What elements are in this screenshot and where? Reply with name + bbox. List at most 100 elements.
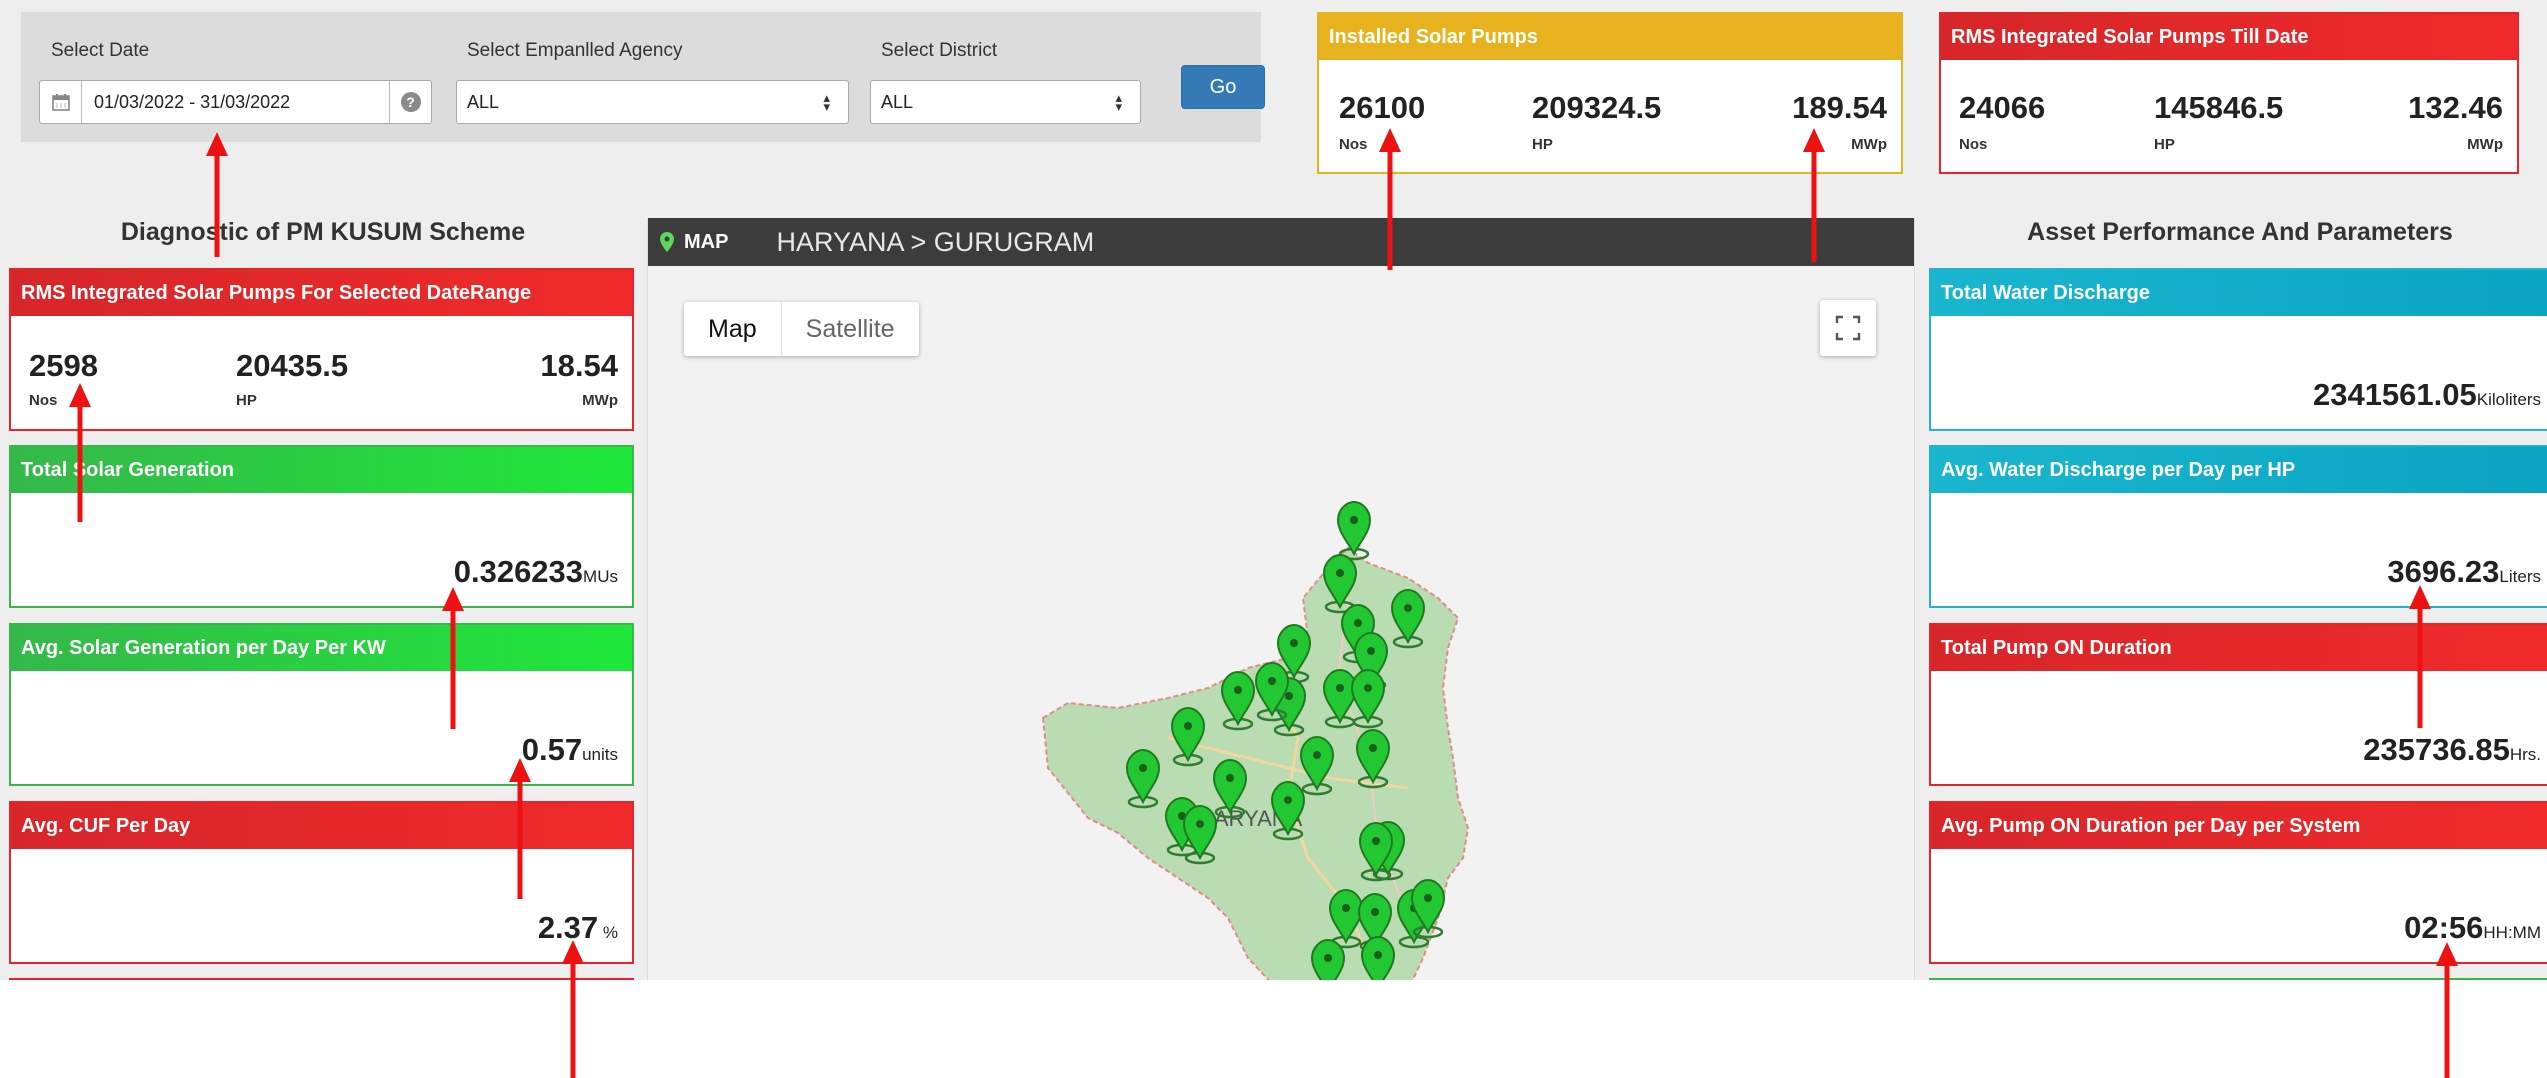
agency-select[interactable]: ALL ▴ ▾ — [456, 80, 849, 124]
map-type-toggle[interactable]: Map Satellite — [684, 302, 919, 356]
map-marker-icon[interactable] — [1270, 780, 1306, 841]
map-marker-icon[interactable] — [1322, 668, 1358, 729]
map-marker-icon[interactable] — [1310, 938, 1346, 980]
rms-range-nos-unit: Nos — [29, 392, 58, 409]
rms-selected-range-card: RMS Integrated Solar Pumps For Selected … — [9, 268, 634, 431]
map-marker-icon[interactable] — [1410, 878, 1446, 939]
installed-solar-pumps-card: Installed Solar Pumps 26100 Nos 209324.5… — [1317, 12, 1903, 174]
avg-solar-generation-value: 0.57units — [521, 732, 618, 767]
map-marker-icon[interactable] — [1370, 820, 1406, 881]
map-marker-icon[interactable] — [1355, 728, 1391, 789]
map-marker-icon[interactable] — [1299, 735, 1335, 796]
map-marker-icon[interactable] — [1357, 892, 1393, 953]
total-solar-generation-unit: MUs — [583, 567, 618, 586]
select-arrows-icon: ▴ ▾ — [1115, 90, 1122, 114]
date-range-field[interactable]: 01/03/2022 - 31/03/2022 ? — [39, 80, 432, 124]
avg-cuf-card: Avg. CUF Per Day 2.37 % — [9, 801, 634, 964]
avg-solar-generation-title: Avg. Solar Generation per Day Per KW — [11, 625, 632, 671]
rms-range-mwp-unit: MWp — [582, 392, 618, 409]
map-marker-icon[interactable] — [1254, 661, 1290, 722]
dashboard: Select Date 01/03/2022 - 31/03/2022 ? Se… — [0, 0, 2547, 980]
total-water-discharge-title: Total Water Discharge — [1931, 270, 2547, 316]
map-breadcrumb[interactable]: HARYANA > GURUGRAM — [776, 227, 1094, 258]
map-marker-icon[interactable] — [1396, 888, 1432, 949]
total-solar-generation-title: Total Solar Generation — [11, 447, 632, 493]
question-circle-icon: ? — [400, 92, 421, 112]
rms-selected-range-title: RMS Integrated Solar Pumps For Selected … — [11, 270, 632, 316]
total-pump-on-title: Total Pump ON Duration — [1931, 625, 2547, 671]
avg-pump-on-value: 02:56HH:MM — [2404, 910, 2541, 945]
rms-till-date-card: RMS Integrated Solar Pumps Till Date 240… — [1939, 12, 2519, 174]
avg-water-discharge-card: Avg. Water Discharge per Day per HP 3696… — [1929, 445, 2547, 608]
map-marker-icon[interactable] — [1276, 623, 1312, 684]
map-marker-icon[interactable] — [1358, 821, 1394, 882]
agency-label: Select Empanlled Agency — [467, 40, 683, 61]
map-marker-icon[interactable] — [1170, 706, 1206, 767]
map-header: MAP HARYANA > GURUGRAM — [648, 218, 1914, 266]
agency-select-value: ALL — [467, 91, 500, 112]
total-water-discharge-unit: Kiloliters — [2476, 390, 2541, 409]
installed-hp-value: 209324.5 — [1532, 90, 1662, 125]
rms-till-date-hp-value: 145846.5 — [2154, 90, 2284, 125]
map-markers[interactable] — [1125, 500, 1446, 980]
avg-pump-on-card: Avg. Pump ON Duration per Day per System… — [1929, 801, 2547, 964]
rms-range-mwp-value: 18.54 — [540, 348, 618, 383]
avg-cuf-unit: % — [598, 923, 618, 942]
map-marker-icon[interactable] — [1125, 748, 1161, 809]
map-panel[interactable]: MAP HARYANA > GURUGRAM Map Satellite HAR… — [647, 218, 1915, 980]
rms-till-date-nos-unit: Nos — [1959, 136, 1988, 153]
map-pin-icon — [660, 232, 674, 252]
total-solar-generation-card: Total Solar Generation 0.326233MUs — [9, 445, 634, 608]
left-section-title: Diagnostic of PM KUSUM Scheme — [120, 218, 526, 246]
rms-range-hp-value: 20435.5 — [236, 348, 349, 383]
installed-nos-unit: Nos — [1339, 136, 1368, 153]
total-water-discharge-card: Total Water Discharge 2341561.05Kilolite… — [1929, 268, 2547, 431]
satellite-view-button[interactable]: Satellite — [782, 302, 919, 356]
total-water-discharge-value: 2341561.05Kiloliters — [2312, 377, 2541, 412]
map-marker-icon[interactable] — [1182, 804, 1218, 865]
date-label: Select Date — [51, 40, 150, 61]
select-arrows-icon: ▴ ▾ — [823, 90, 830, 114]
map-marker-icon[interactable] — [1322, 553, 1358, 614]
right-section-title: Asset Performance And Parameters — [2027, 218, 2453, 246]
rms-till-date-nos-value: 24066 — [1959, 90, 2046, 125]
map-marker-icon[interactable] — [1360, 935, 1396, 980]
date-range-value: 01/03/2022 - 31/03/2022 — [94, 91, 291, 112]
avg-cuf-title: Avg. CUF Per Day — [11, 803, 632, 849]
installed-solar-pumps-title: Installed Solar Pumps — [1319, 14, 1901, 60]
map-marker-icon[interactable] — [1353, 631, 1389, 692]
rms-till-date-mwp-unit: MWp — [2467, 136, 2503, 153]
map-marker-icon[interactable] — [1212, 758, 1248, 819]
total-pump-on-unit: Hrs. — [2509, 745, 2541, 764]
map-view-button[interactable]: Map — [684, 302, 782, 356]
map-marker-icon[interactable] — [1220, 670, 1256, 731]
avg-pump-on-unit: HH:MM — [2483, 923, 2541, 942]
calendar-icon[interactable] — [40, 81, 82, 123]
rms-range-hp-unit: HP — [236, 392, 257, 409]
district-select[interactable]: ALL ▴ ▾ — [870, 80, 1141, 124]
next-card-edge — [9, 978, 634, 980]
map-marker-icon[interactable] — [1164, 796, 1200, 857]
installed-nos-value: 26100 — [1339, 90, 1426, 125]
rms-till-date-mwp-value: 132.46 — [2408, 90, 2503, 125]
map-marker-icon[interactable] — [1340, 603, 1376, 664]
map-label: MAP — [660, 231, 728, 254]
map-marker-icon[interactable] — [1350, 668, 1386, 729]
installed-hp-unit: HP — [1532, 136, 1553, 153]
haryana-region-shape — [1041, 546, 1470, 980]
go-button[interactable]: Go — [1181, 65, 1265, 109]
next-card-edge — [1929, 978, 2547, 980]
fullscreen-button[interactable] — [1820, 300, 1876, 356]
map-marker-icon[interactable] — [1328, 888, 1364, 949]
map-marker-icon[interactable] — [1271, 676, 1307, 737]
help-button[interactable]: ? — [389, 81, 431, 123]
avg-water-discharge-unit: Liters — [2499, 567, 2541, 586]
rms-range-nos-value: 2598 — [29, 348, 98, 383]
district-select-value: ALL — [881, 91, 914, 112]
total-pump-on-card: Total Pump ON Duration 235736.85Hrs. — [1929, 623, 2547, 786]
fullscreen-icon — [1835, 315, 1861, 341]
avg-pump-on-title: Avg. Pump ON Duration per Day per System — [1931, 803, 2547, 849]
map-marker-icon[interactable] — [1336, 500, 1372, 561]
map-marker-icon[interactable] — [1390, 588, 1426, 649]
map-place-label: HARYANA — [1198, 806, 1303, 831]
